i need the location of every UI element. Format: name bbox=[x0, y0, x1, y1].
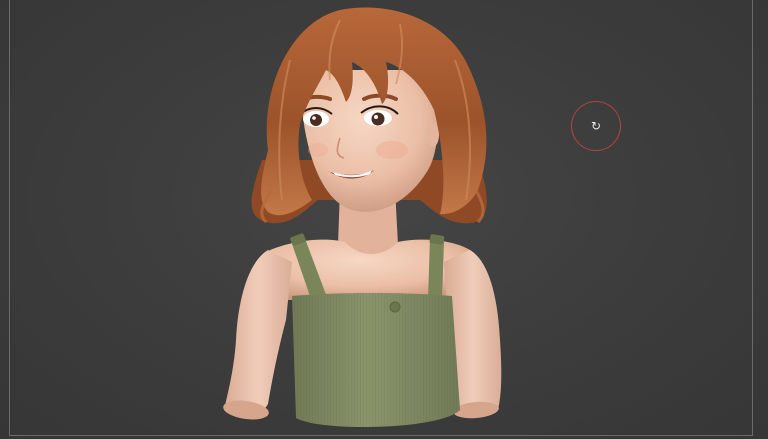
character-model[interactable] bbox=[0, 0, 768, 439]
rotate-gizmo[interactable]: ↻ bbox=[571, 101, 621, 151]
ear bbox=[427, 123, 439, 147]
top-button bbox=[389, 301, 401, 313]
rotate-icon[interactable]: ↻ bbox=[591, 120, 601, 132]
left-arm bbox=[224, 250, 292, 416]
right-strap bbox=[428, 238, 444, 300]
3d-viewport[interactable]: ↻ bbox=[0, 0, 768, 439]
